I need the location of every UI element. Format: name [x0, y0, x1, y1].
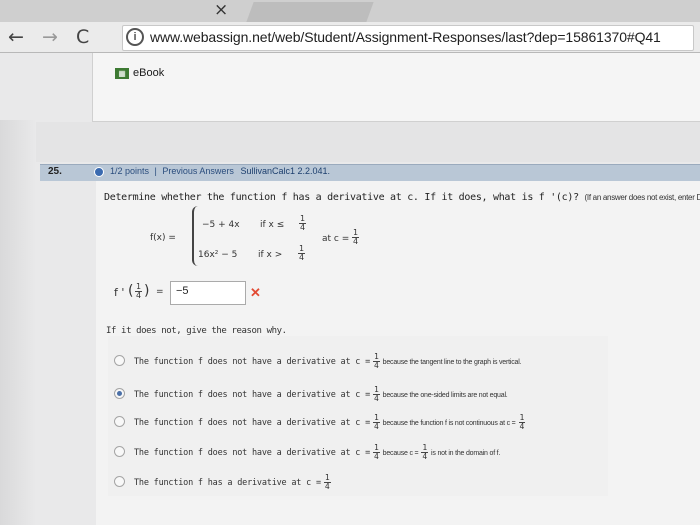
reason-option[interactable]: The function f has a derivative at c = 1 4 — [134, 474, 334, 492]
question-meta: 1/2 points | Previous Answers SullivanCa… — [110, 166, 330, 176]
option-text: The function f does not have a derivativ… — [134, 390, 371, 400]
meta-separator: | — [154, 166, 157, 176]
previous-answers-link[interactable]: Previous Answers — [162, 166, 234, 176]
fprime-fraction: 14 — [135, 282, 143, 300]
back-arrow-icon[interactable]: ← — [8, 22, 24, 52]
reason-option[interactable]: The function f does not have a derivativ… — [134, 444, 500, 462]
reason-radio[interactable] — [114, 446, 125, 457]
option-reason-tail: is not in the domain of f. — [431, 450, 501, 457]
open-paren: ( — [128, 283, 134, 299]
piece2-condition: if x > — [258, 250, 283, 260]
piece2-expression: 16x² − 5 — [198, 250, 238, 260]
answer-value[interactable]: −5 — [176, 285, 189, 297]
close-tab-icon[interactable]: × — [214, 0, 228, 20]
reason-heading: If it does not, give the reason why. — [106, 326, 287, 336]
fprime-label: f ' — [114, 286, 125, 299]
option-text: The function f does not have a derivativ… — [134, 357, 371, 367]
reason-radio[interactable] — [114, 416, 125, 427]
points-label: 1/2 points — [110, 166, 150, 176]
incorrect-icon: ✕ — [250, 285, 261, 300]
prompt-text: Determine whether the function f has a d… — [104, 192, 579, 203]
top-panel — [92, 53, 700, 122]
status-dot-icon — [94, 167, 104, 177]
question-prompt: Determine whether the function f has a d… — [104, 192, 700, 203]
url-text[interactable]: www.webassign.net/web/Student/Assignment… — [150, 29, 661, 45]
option-fraction: 14 — [373, 352, 380, 370]
reason-radio[interactable] — [114, 476, 125, 487]
reason-radio[interactable] — [114, 388, 125, 399]
equals-sign: = — [156, 287, 164, 297]
piece1-expression: −5 + 4x — [202, 220, 240, 230]
option-fraction: 14 — [518, 413, 526, 431]
reason-option[interactable]: The function f does not have a derivativ… — [134, 352, 522, 371]
ebook-icon[interactable]: ▦ — [115, 68, 129, 79]
option-fraction: 14 — [373, 385, 380, 403]
c-fraction: 14 — [352, 228, 360, 246]
close-paren: ) — [144, 283, 150, 299]
inactive-tab[interactable] — [246, 2, 374, 22]
ebook-link[interactable]: eBook — [133, 67, 164, 79]
option-text: The function f does not have a derivativ… — [134, 418, 371, 428]
prompt-note: (If an answer does not exist, enter DNE.… — [584, 193, 700, 202]
option-text: The function f does not have a derivativ… — [134, 448, 371, 458]
function-label: f(x) = — [150, 233, 176, 243]
question-number: 25. — [48, 166, 62, 177]
forward-arrow-icon[interactable]: → — [42, 22, 58, 52]
option-fraction: 14 — [373, 443, 380, 461]
option-reason: because the one-sided limits are not equ… — [382, 392, 508, 399]
option-text: The function f has a derivative at c = — [134, 478, 321, 488]
left-margin — [0, 120, 36, 525]
piece1-condition: if x ≤ — [260, 220, 285, 230]
option-fraction: 14 — [373, 413, 380, 431]
option-fraction: 14 — [421, 443, 429, 461]
piece2-fraction: 14 — [298, 244, 306, 262]
option-reason: because the tangent line to the graph is… — [382, 359, 522, 366]
source-label: SullivanCalc1 2.2.041. — [240, 166, 331, 176]
reload-icon[interactable]: C — [76, 22, 89, 52]
piece1-fraction: 14 — [299, 214, 307, 232]
info-icon[interactable]: i — [126, 28, 144, 46]
option-reason: because the function f is not continuous… — [382, 420, 516, 427]
reason-radio[interactable] — [114, 355, 125, 366]
reason-option[interactable]: The function f does not have a derivativ… — [134, 386, 508, 404]
option-reason: because c = — [382, 450, 419, 457]
panel-gap — [0, 122, 700, 162]
at-c-label: at c = — [322, 234, 350, 244]
option-fraction: 14 — [323, 473, 331, 491]
reason-option[interactable]: The function f does not have a derivativ… — [134, 414, 528, 432]
